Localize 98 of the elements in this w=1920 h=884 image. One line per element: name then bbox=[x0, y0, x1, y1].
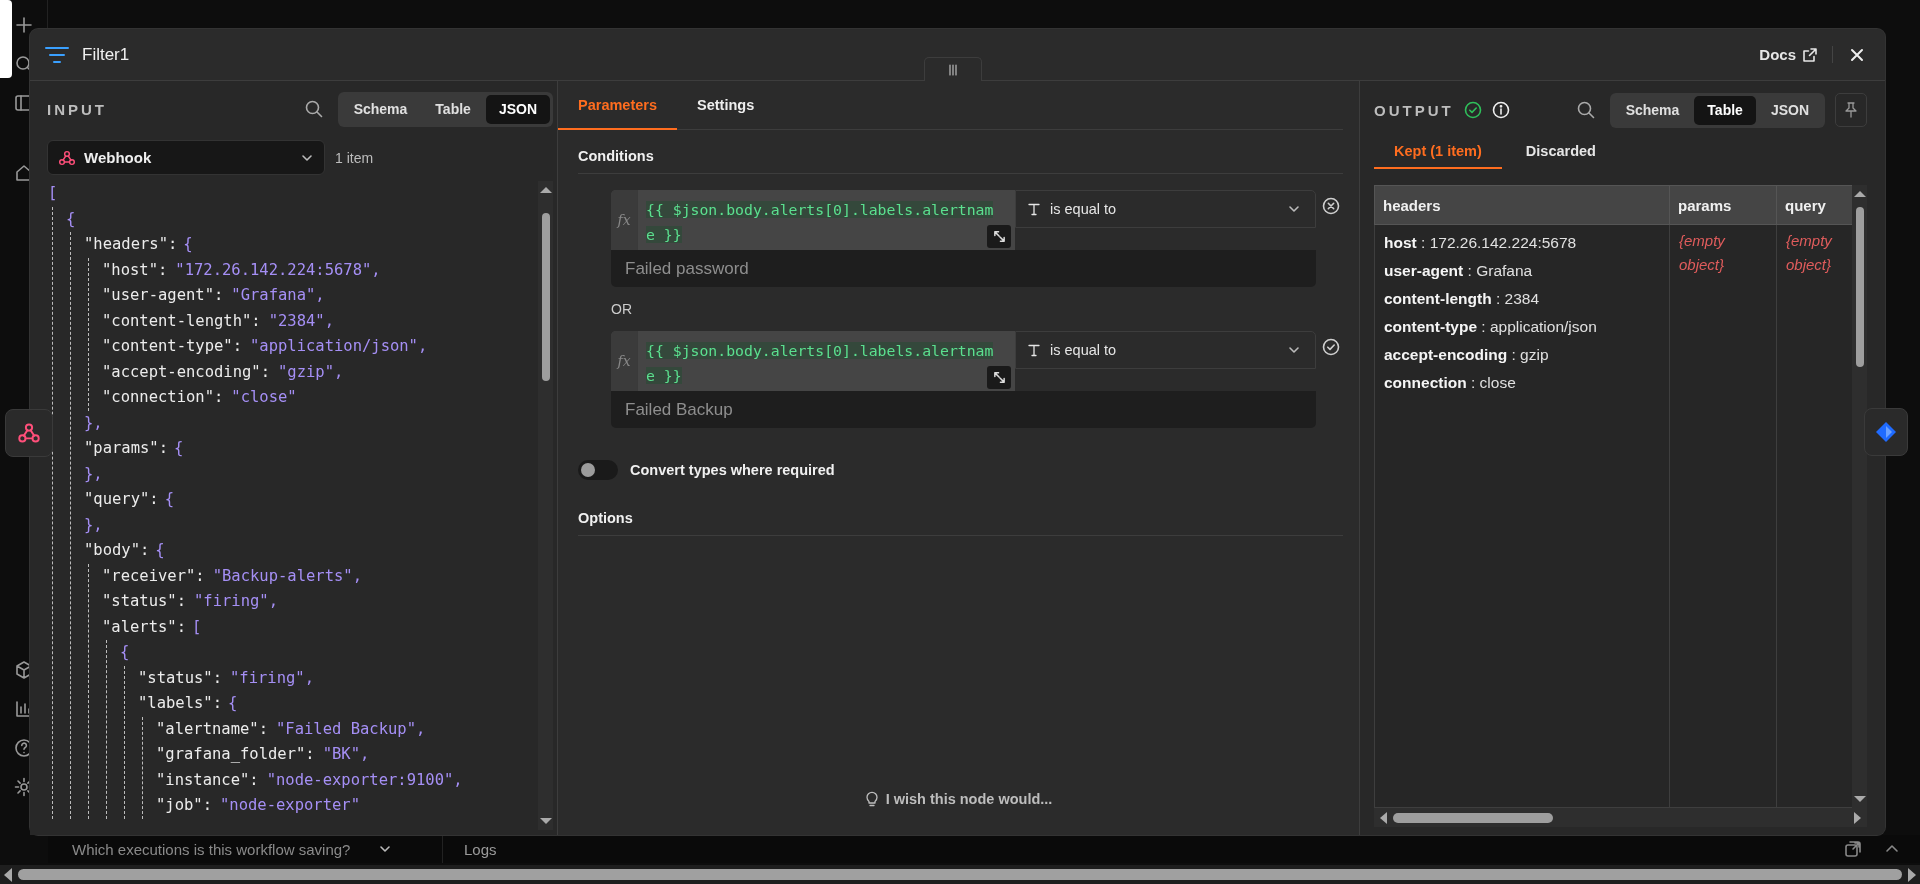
code-line: "labels": { bbox=[138, 693, 239, 714]
diamond-icon bbox=[1874, 420, 1898, 444]
docs-link[interactable]: Docs bbox=[1759, 46, 1833, 63]
key-value-text: host : 172.26.142.224:5678 bbox=[1384, 233, 1578, 253]
code-line: "query": { bbox=[84, 489, 175, 510]
code-line: "accept-encoding": "gzip", bbox=[102, 361, 345, 383]
code-line: "alertname": "Failed Backup", bbox=[156, 718, 427, 740]
node-button[interactable] bbox=[1864, 408, 1908, 456]
panel-label: INPUT bbox=[47, 100, 108, 118]
scrollbar[interactable] bbox=[1374, 808, 1867, 827]
key-value-text: accept-encoding : gzip bbox=[1384, 345, 1550, 365]
result-tab[interactable]: Kept (1 item) bbox=[1374, 135, 1502, 169]
panel-tab[interactable]: Parameters bbox=[558, 81, 677, 130]
expression-field[interactable]: fx {{ $json.body.alerts[0].labels.alertname }} bbox=[611, 190, 1015, 250]
column-header: query bbox=[1776, 185, 1852, 225]
scrollbar[interactable] bbox=[538, 181, 553, 830]
code-line: "host": "172.26.142.224:5678", bbox=[102, 259, 382, 281]
type-icon bbox=[1027, 343, 1041, 357]
remove-icon bbox=[1322, 197, 1340, 215]
code-line: { bbox=[66, 208, 77, 230]
panel-label: OUTPUT bbox=[1374, 101, 1454, 119]
status-button[interactable] bbox=[1322, 338, 1340, 358]
result-tab[interactable]: Discarded bbox=[1505, 135, 1616, 169]
empty-value-text: {empty object} bbox=[1786, 231, 1834, 275]
expand-icon bbox=[992, 230, 1006, 243]
remove-button[interactable] bbox=[1322, 197, 1340, 217]
pin-button[interactable] bbox=[1835, 93, 1867, 127]
code-line: [ bbox=[48, 183, 59, 204]
key-value-text: content-type : application/json bbox=[1384, 317, 1598, 337]
operator-dropdown[interactable]: is equal to bbox=[1015, 331, 1316, 369]
search-icon[interactable] bbox=[1575, 100, 1596, 120]
node-button[interactable] bbox=[5, 409, 53, 457]
popout-icon[interactable] bbox=[1844, 840, 1862, 858]
code-line: "content-type": "application/json", bbox=[102, 336, 429, 357]
section-title: Conditions bbox=[578, 148, 1343, 174]
type-icon bbox=[1027, 202, 1041, 216]
check-circle-icon bbox=[1322, 338, 1340, 356]
view-tab[interactable]: JSON bbox=[1757, 95, 1822, 125]
code-line: "instance": "node-exporter:9100", bbox=[156, 769, 464, 791]
code-line: "status": "firing", bbox=[102, 591, 279, 612]
empty-value-text: {empty object} bbox=[1679, 231, 1727, 275]
code-line: }, bbox=[84, 412, 104, 434]
expression-field[interactable]: fx {{ $json.body.alerts[0].labels.alertname }} bbox=[611, 331, 1015, 391]
lightbulb-icon bbox=[864, 790, 879, 808]
code-line: "body": { bbox=[84, 540, 166, 561]
column-header: headers bbox=[1374, 185, 1670, 225]
operator-dropdown[interactable]: is equal to bbox=[1015, 190, 1316, 228]
code-line: { bbox=[120, 642, 131, 663]
code-line: "headers": { bbox=[84, 234, 194, 255]
scrollbar[interactable] bbox=[0, 865, 1920, 884]
feedback-link[interactable]: I wish this node would... bbox=[864, 790, 1053, 808]
code-line: }, bbox=[84, 463, 104, 485]
close-icon bbox=[1849, 46, 1865, 63]
item-count: 1 item bbox=[335, 149, 374, 166]
webhook-icon bbox=[58, 148, 76, 167]
view-tab[interactable]: Schema bbox=[1612, 95, 1693, 125]
view-tab[interactable]: Table bbox=[422, 94, 484, 124]
code-line: "params": { bbox=[84, 438, 185, 459]
key-value-text: user-agent : Grafana bbox=[1384, 261, 1534, 281]
info-icon bbox=[1491, 101, 1510, 119]
combinator-label: OR bbox=[611, 300, 633, 319]
external-link-icon bbox=[1802, 46, 1818, 63]
section-title: Options bbox=[578, 510, 1343, 536]
code-line: "grafana_folder": "BK", bbox=[156, 744, 371, 765]
node-title: Filter1 bbox=[82, 44, 131, 65]
code-line: "connection": "close" bbox=[102, 387, 298, 408]
mode-label: fx bbox=[611, 190, 638, 250]
drag-handle[interactable] bbox=[923, 57, 982, 81]
search-icon[interactable] bbox=[303, 99, 324, 119]
key-value-text: connection : close bbox=[1384, 373, 1517, 393]
code-line: "content-length": "2384", bbox=[102, 310, 335, 332]
code-line: "receiver": "Backup-alerts", bbox=[102, 565, 363, 587]
toggle-switch[interactable] bbox=[578, 460, 618, 480]
success-icon bbox=[1463, 101, 1482, 119]
expand-button[interactable] bbox=[987, 366, 1011, 389]
expand-button[interactable] bbox=[987, 225, 1011, 248]
key-value-text: content-length : 2384 bbox=[1384, 289, 1541, 309]
expand-icon bbox=[992, 371, 1006, 384]
value-field[interactable]: Failed Backup bbox=[611, 391, 1316, 428]
view-tab[interactable]: Table bbox=[1694, 95, 1756, 125]
webhook-icon bbox=[17, 421, 41, 445]
view-tab[interactable]: Schema bbox=[340, 94, 421, 124]
source-dropdown[interactable]: Webhook bbox=[47, 140, 325, 175]
grip-icon bbox=[947, 63, 958, 76]
value-field[interactable]: Failed password bbox=[611, 250, 1316, 287]
code-line: }, bbox=[84, 514, 104, 536]
scrollbar[interactable] bbox=[1852, 185, 1867, 808]
code-line: "alerts": [ bbox=[102, 616, 203, 638]
mode-label: fx bbox=[611, 331, 638, 391]
toggle-label: Convert types where required bbox=[630, 462, 835, 478]
panel-tab[interactable]: Settings bbox=[677, 81, 775, 130]
pin-icon bbox=[1843, 101, 1859, 119]
code-line: "job": "node-exporter" bbox=[156, 795, 361, 816]
code-line: "status": "firing", bbox=[138, 667, 315, 689]
view-tab[interactable]: JSON bbox=[485, 94, 550, 124]
logs-label[interactable]: Logs bbox=[464, 840, 1844, 858]
column-header: params bbox=[1669, 185, 1777, 225]
code-line: "user-agent": "Grafana", bbox=[102, 285, 326, 306]
